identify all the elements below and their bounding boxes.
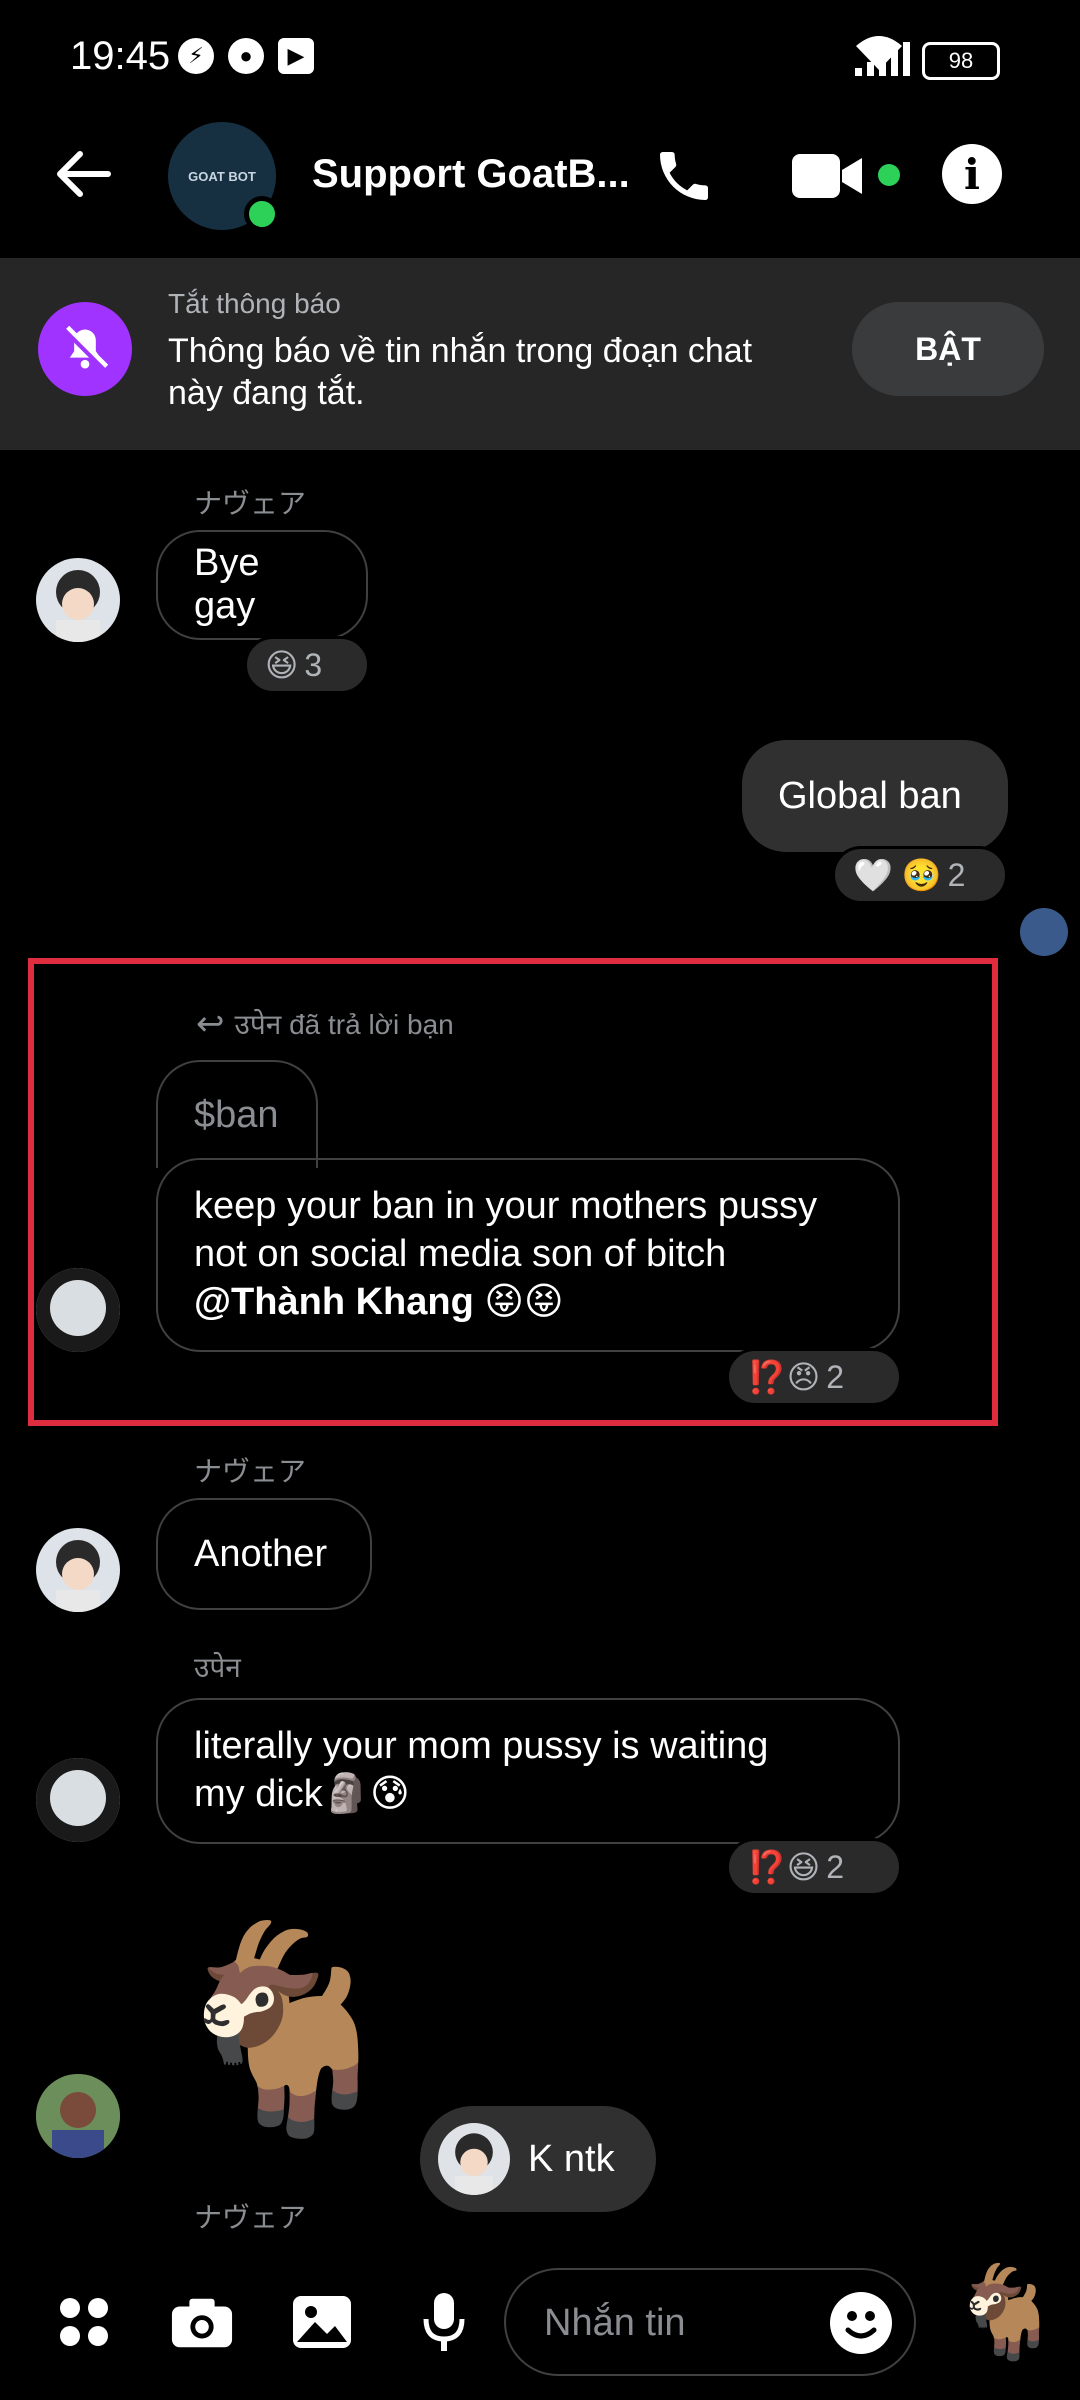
reaction-badge[interactable]: 🤍 🥹 2 (832, 846, 1008, 904)
message-text-line: my dick🗿😰 (194, 1773, 410, 1815)
back-arrow-icon[interactable] (52, 148, 112, 205)
message-text: Another (194, 1532, 328, 1575)
chat-title[interactable]: Support GoatB... (312, 152, 630, 197)
wifi-icon (854, 34, 904, 79)
quick-sticker-button[interactable]: 🐐 (950, 2268, 1062, 2358)
avatar[interactable] (36, 2074, 120, 2158)
message-text: Global ban (778, 774, 962, 817)
microphone-icon[interactable] (412, 2290, 476, 2354)
reaction-emoji: 😆 (265, 647, 299, 683)
message-text-line: not on social media son of bitch (194, 1233, 727, 1275)
group-avatar-text: GOAT BOT (188, 168, 256, 184)
avatar[interactable] (36, 558, 120, 642)
video-active-dot (878, 164, 900, 186)
read-receipt-avatar (1020, 908, 1068, 956)
avatar[interactable] (36, 1268, 120, 1352)
reaction-badge[interactable]: ⁉️😠 2 (726, 1348, 902, 1406)
reaction-emoji: ⁉️😆 (747, 1849, 821, 1885)
message-bubble[interactable]: literally your mom pussy is waiting my d… (156, 1698, 900, 1844)
reaction-emoji: ⁉️😠 (747, 1359, 821, 1395)
camera-icon[interactable] (170, 2290, 234, 2354)
sender-name: ナヴェア (194, 2202, 307, 2233)
quoted-text: $ban (194, 1093, 279, 1136)
gallery-icon[interactable] (290, 2290, 354, 2354)
youtube-icon: ▶ (278, 38, 314, 74)
phone-icon[interactable] (652, 144, 716, 213)
battery-icon: 98 (922, 42, 1000, 80)
reply-suggestion-chip[interactable]: K ntk (420, 2106, 656, 2212)
reaction-count: 3 (304, 646, 323, 683)
reaction-badge[interactable]: ⁉️😆 2 (726, 1838, 902, 1896)
message-bubble[interactable]: keep your ban in your mothers pussy not … (156, 1158, 900, 1352)
emoji-text: 😝😝 (484, 1281, 564, 1323)
quoted-message[interactable]: $ban (156, 1060, 318, 1168)
message-composer[interactable] (504, 2268, 916, 2376)
sender-name: ナヴェア (194, 488, 307, 519)
message-bubble[interactable]: Bye gay (156, 530, 368, 640)
mention[interactable]: @Thành Khang (194, 1281, 474, 1323)
online-indicator (244, 196, 280, 232)
reaction-emoji: 🤍 🥹 (853, 857, 942, 893)
reaction-badge[interactable]: 😆 3 (244, 636, 370, 694)
suggestion-text: K ntk (528, 2137, 615, 2180)
reply-indicator: ↩ उपेन đã trả lời bạn (196, 1004, 454, 1044)
apps-grid-icon[interactable] (52, 2290, 116, 2354)
chat-icon: ● (228, 38, 264, 74)
avatar (438, 2123, 510, 2195)
banner-text: Thông báo về tin nhắn trong đoạn chat nà… (168, 332, 753, 412)
message-text-line: literally your mom pussy is waiting (194, 1725, 769, 1767)
video-call-icon[interactable] (792, 150, 866, 207)
messenger-icon: ⚡ (178, 38, 214, 74)
message-text-line: keep your ban in your mothers pussy (194, 1185, 818, 1227)
sender-name: उपेन (194, 1652, 241, 1683)
avatar[interactable] (36, 1528, 120, 1612)
banner-title: Tắt thông báo (168, 288, 341, 319)
reaction-count: 2 (826, 1358, 844, 1395)
emoji-icon[interactable] (830, 2292, 892, 2354)
message-bubble[interactable]: Another (156, 1498, 372, 1610)
battery-level: 98 (948, 48, 974, 73)
message-input[interactable] (542, 2298, 826, 2348)
avatar[interactable] (36, 1758, 120, 1842)
reaction-count: 2 (826, 1848, 844, 1885)
info-icon[interactable]: i (942, 144, 1002, 204)
goat-sticker[interactable]: 🐐 (160, 1930, 409, 2130)
own-message-bubble[interactable]: Global ban (742, 740, 1008, 852)
status-time: 19:45 (70, 34, 171, 78)
reaction-count: 2 (947, 856, 966, 893)
message-text: Bye gay (194, 542, 260, 627)
sender-name: ナヴェア (194, 1456, 307, 1487)
reply-arrow-icon: ↩ (196, 1005, 225, 1043)
unmute-button[interactable]: BẬT (852, 302, 1044, 396)
notification-icons: ⚡ ● ▶ (178, 38, 314, 74)
bell-off-icon (38, 302, 132, 396)
reply-label: उपेन đã trả lời bạn (234, 1009, 454, 1040)
message-text-line: @Thành Khang 😝😝 (194, 1278, 564, 1326)
